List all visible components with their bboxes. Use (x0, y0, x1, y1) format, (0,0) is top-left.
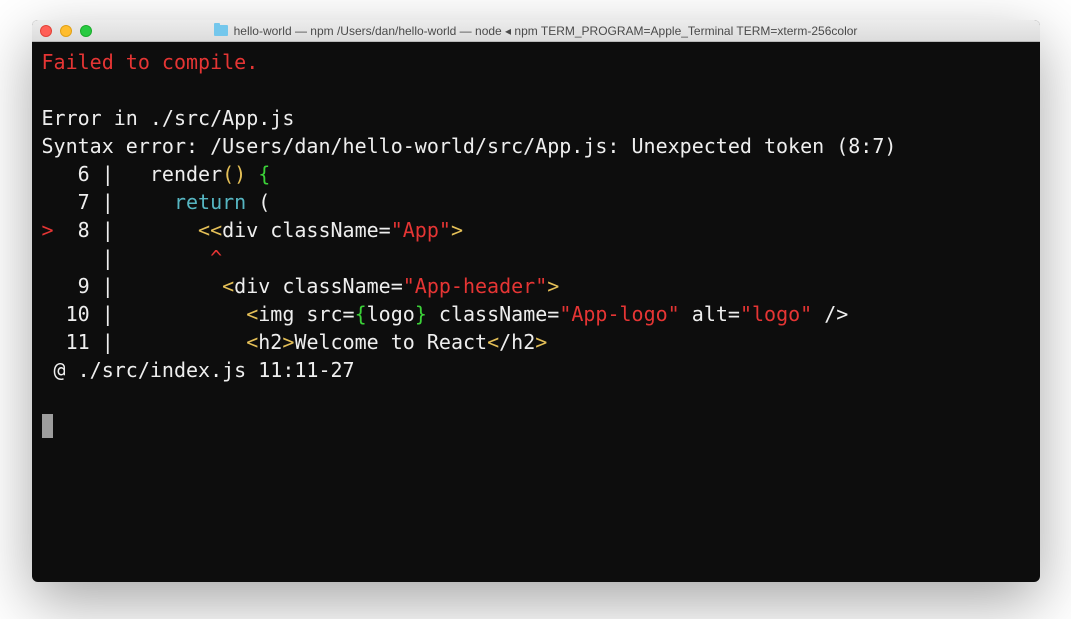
cursor (42, 414, 53, 438)
at-line: @ ./src/index.js 11:11-27 (42, 358, 355, 382)
titlebar[interactable]: hello-world — npm /Users/dan/hello-world… (32, 20, 1040, 42)
terminal-window: hello-world — npm /Users/dan/hello-world… (32, 20, 1040, 582)
error-heading: Failed to compile. (42, 50, 259, 74)
traffic-lights (40, 25, 92, 37)
code-line-11: 11 | <h2>Welcome to React</h2> (42, 330, 548, 354)
terminal-output[interactable]: Failed to compile. Error in ./src/App.js… (32, 42, 1040, 582)
code-line-10: 10 | <img src={logo} className="App-logo… (42, 302, 849, 326)
title-area: hello-world — npm /Users/dan/hello-world… (32, 24, 1040, 38)
code-line-7: 7 | return ( (42, 190, 271, 214)
code-line-8: > 8 | <<div className="App"> (42, 218, 463, 242)
code-line-6: 6 | render() { (42, 162, 271, 186)
code-line-9: 9 | <div className="App-header"> (42, 274, 560, 298)
minimize-button[interactable] (60, 25, 72, 37)
folder-icon (214, 25, 228, 36)
caret-line: | ^ (42, 246, 223, 270)
syntax-error-line: Syntax error: /Users/dan/hello-world/src… (42, 134, 897, 158)
window-title: hello-world — npm /Users/dan/hello-world… (234, 24, 858, 38)
close-button[interactable] (40, 25, 52, 37)
zoom-button[interactable] (80, 25, 92, 37)
error-file: Error in ./src/App.js (42, 106, 295, 130)
